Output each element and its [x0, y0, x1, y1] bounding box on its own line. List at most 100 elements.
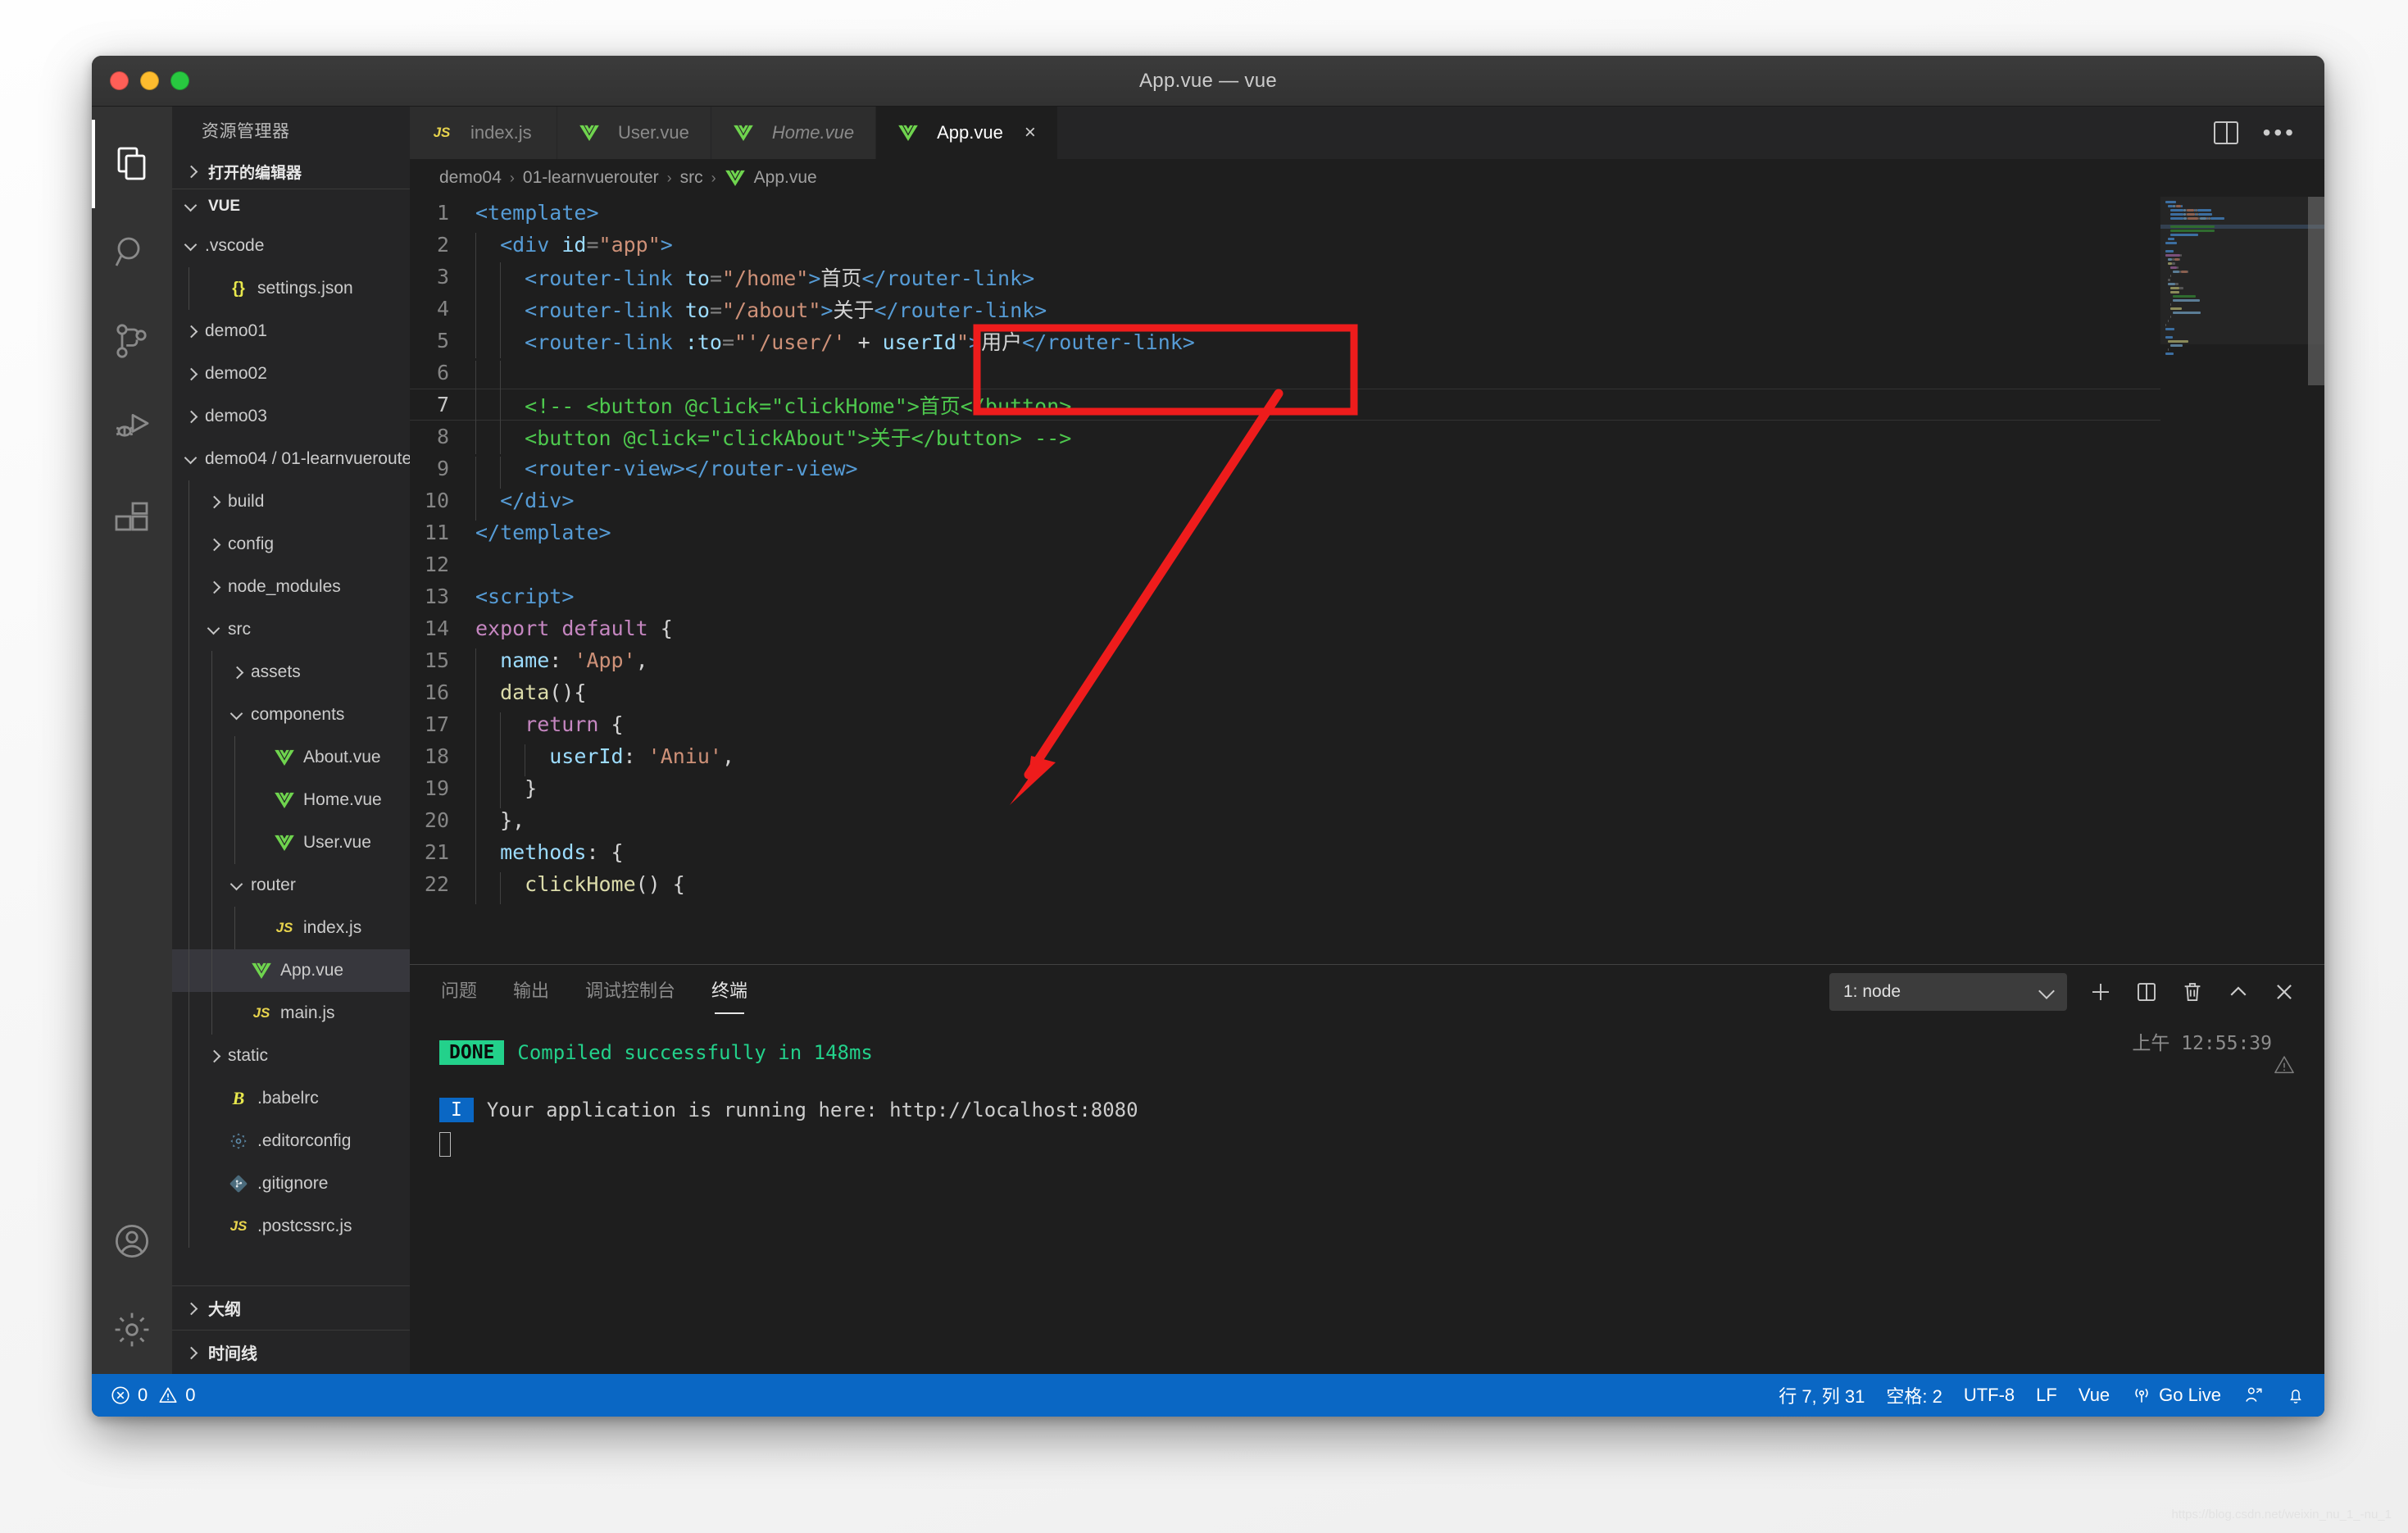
language-mode[interactable]: Vue [2079, 1385, 2110, 1406]
tree-item-main-js[interactable]: JS main.js [172, 992, 410, 1035]
tab-user-vue[interactable]: User.vue [557, 107, 711, 159]
cursor-position[interactable]: 行 7, 列 31 [1779, 1382, 1865, 1408]
split-editor-icon[interactable] [2213, 121, 2238, 144]
warning-count[interactable]: 0 [157, 1385, 196, 1406]
editor-scrollbar[interactable] [2308, 197, 2324, 964]
tree-item-config[interactable]: config [172, 523, 410, 566]
panel-tab-输出[interactable]: 输出 [511, 970, 551, 1014]
code-line[interactable]: 12 [410, 548, 2160, 580]
tree-item-components[interactable]: components [172, 694, 410, 736]
tree-item-home-vue[interactable]: Home.vue [172, 779, 410, 821]
code-line[interactable]: 14 export default { [410, 612, 2160, 644]
tree-item-demo01[interactable]: demo01 [172, 310, 410, 353]
panel-tab-问题[interactable]: 问题 [439, 970, 479, 1014]
maximize-window-button[interactable] [170, 71, 189, 90]
maximize-panel-icon[interactable] [2226, 980, 2251, 1004]
source-control-icon[interactable] [92, 297, 172, 385]
tree-item-demo03[interactable]: demo03 [172, 395, 410, 438]
tree-item-user-vue[interactable]: User.vue [172, 821, 410, 864]
panel-tab-终端[interactable]: 终端 [710, 970, 749, 1014]
close-window-button[interactable] [110, 71, 129, 90]
timeline-section-header[interactable]: 时间线 [172, 1330, 410, 1374]
tree-item--editorconfig[interactable]: .editorconfig [172, 1120, 410, 1162]
editor-scrollbar-thumb[interactable] [2308, 197, 2324, 385]
workspace-section-header[interactable]: VUE [172, 189, 410, 223]
tree-item--vscode[interactable]: .vscode [172, 225, 410, 267]
code-line[interactable]: 11 </template> [410, 516, 2160, 548]
code-lines[interactable]: 1 <template> 2 <div id="app"> 3 <router-link … [410, 197, 2160, 964]
code-line[interactable]: 9 <router-view></router-view> [410, 453, 2160, 489]
code-line[interactable]: 13 <script> [410, 580, 2160, 612]
tree-item-index-js[interactable]: JS index.js [172, 907, 410, 949]
code-line[interactable]: 7 <!-- <button @click="clickHome">首页</but… [410, 389, 2160, 422]
close-panel-icon[interactable] [2272, 980, 2297, 1004]
tree-item-demo04-01-learnvuerouter[interactable]: demo04 / 01-learnvuerouter [172, 438, 410, 480]
tab-app-vue[interactable]: App.vue × [876, 107, 1058, 159]
code-line[interactable]: 18 userId: 'Aniu', [410, 740, 2160, 776]
code-line[interactable]: 1 <template> [410, 197, 2160, 229]
tree-item-router[interactable]: router [172, 864, 410, 907]
extensions-icon[interactable] [92, 474, 172, 562]
code-line[interactable]: 16 data(){ [410, 676, 2160, 712]
code-line[interactable]: 15 name: 'App', [410, 644, 2160, 680]
more-actions-icon[interactable]: ••• [2263, 121, 2297, 143]
breadcrumb-item[interactable]: App.vue [725, 168, 817, 188]
code-editor[interactable]: 1 <template> 2 <div id="app"> 3 <router-link … [410, 197, 2324, 964]
minimize-window-button[interactable] [140, 71, 159, 90]
split-terminal-icon[interactable] [2134, 980, 2159, 1004]
tree-item-src[interactable]: src [172, 608, 410, 651]
go-live-button[interactable]: Go Live [2131, 1385, 2221, 1406]
code-line[interactable]: 4 <router-link to="/about">关于</router-lin… [410, 293, 2160, 326]
file-tree[interactable]: .vscode {} settings.json demo01 demo02 demo03… [172, 223, 410, 1285]
code-line[interactable]: 21 methods: { [410, 836, 2160, 872]
code-line[interactable]: 3 <router-link to="/home">首页</router-link… [410, 261, 2160, 294]
breadcrumb-item[interactable]: demo04 [439, 168, 502, 188]
code-line[interactable]: 17 return { [410, 708, 2160, 744]
code-line[interactable]: 22 clickHome() { [410, 868, 2160, 904]
breadcrumb-item[interactable]: 01-learnvuerouter [523, 168, 659, 188]
code-line[interactable]: 19} [410, 772, 2160, 808]
code-line[interactable]: 2 <div id="app"> [410, 229, 2160, 265]
tree-item-app-vue[interactable]: App.vue [172, 949, 410, 992]
tree-item-static[interactable]: static [172, 1035, 410, 1077]
open-editors-section-header[interactable]: 打开的编辑器 [172, 154, 410, 189]
close-tab-icon[interactable]: × [1025, 123, 1036, 143]
window-controls[interactable] [110, 71, 189, 90]
new-terminal-icon[interactable] [2088, 980, 2113, 1004]
tree-item-assets[interactable]: assets [172, 651, 410, 694]
settings-gear-icon[interactable] [92, 1285, 172, 1374]
kill-terminal-icon[interactable] [2180, 980, 2205, 1004]
breadcrumb-item[interactable]: src [680, 168, 703, 188]
search-icon[interactable] [92, 208, 172, 297]
tree-item--postcssrc-js[interactable]: JS .postcssrc.js [172, 1205, 410, 1248]
code-line[interactable]: 10 </div> [410, 484, 2160, 521]
accounts-icon[interactable] [92, 1197, 172, 1285]
tree-item-build[interactable]: build [172, 480, 410, 523]
tree-item-about-vue[interactable]: About.vue [172, 736, 410, 779]
tree-item-demo02[interactable]: demo02 [172, 353, 410, 395]
code-line[interactable]: 20}, [410, 804, 2160, 840]
error-count[interactable]: 0 [110, 1385, 148, 1406]
tree-item--babelrc[interactable]: B .babelrc [172, 1077, 410, 1120]
encoding-setting[interactable]: UTF-8 [1964, 1385, 2015, 1406]
remote-feedback-icon[interactable] [2242, 1385, 2264, 1406]
panel-tab-调试控制台[interactable]: 调试控制台 [584, 970, 677, 1014]
explorer-icon[interactable] [92, 120, 172, 208]
terminal-select[interactable]: 1: node [1829, 973, 2067, 1011]
code-line[interactable]: 6 [410, 357, 2160, 393]
run-debug-icon[interactable] [92, 385, 172, 474]
notifications-bell-icon[interactable] [2285, 1385, 2306, 1406]
code-line[interactable]: 5 <router-link :to="'/user/' + userId">用户… [410, 325, 2160, 358]
code-line[interactable]: 8 <button @click="clickAbout">关于</button>… [410, 421, 2160, 454]
tab-home-vue[interactable]: Home.vue [711, 107, 877, 159]
indent-setting[interactable]: 空格: 2 [1886, 1382, 1942, 1408]
tree-item-node-modules[interactable]: node_modules [172, 566, 410, 608]
terminal-output[interactable]: DONE Compiled successfully in 148ms I Yo… [410, 1019, 2324, 1374]
eol-setting[interactable]: LF [2036, 1385, 2057, 1406]
breadcrumb[interactable]: demo04 › 01-learnvuerouter › src › App.vue [410, 159, 2324, 197]
minimap[interactable] [2160, 197, 2324, 964]
tree-item--gitignore[interactable]: .gitignore [172, 1162, 410, 1205]
outline-section-header[interactable]: 大纲 [172, 1285, 410, 1330]
panel-tabs[interactable]: 问题 输出 调试控制台 终端 [439, 970, 782, 1014]
status-problems[interactable]: 0 0 [110, 1385, 196, 1406]
